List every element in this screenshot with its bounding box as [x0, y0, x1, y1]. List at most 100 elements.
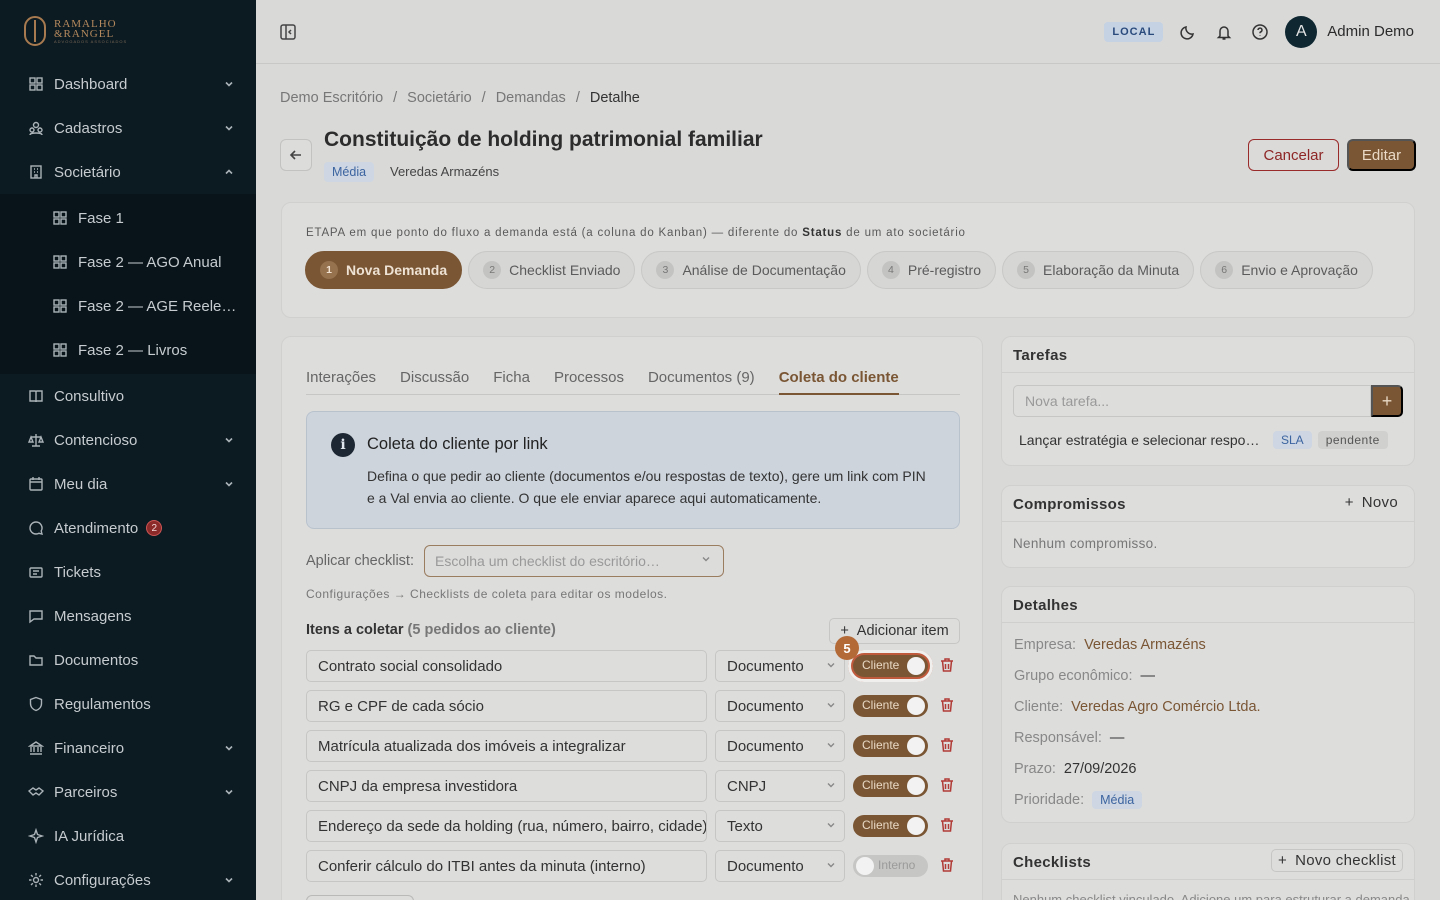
breadcrumb-item[interactable]: Societário [407, 90, 471, 106]
detail-value-link[interactable]: Veredas Agro Comércio Ltda. [1071, 699, 1260, 715]
sidebar-item-configuracoes[interactable]: Configurações [0, 858, 256, 900]
sidebar-subitem-fase2-ago[interactable]: Fase 2 — AGO Anual [0, 240, 256, 284]
toggle-knob [856, 857, 874, 875]
detail-key: Empresa: [1014, 636, 1077, 653]
audience-toggle[interactable]: Cliente [853, 815, 928, 837]
trash-icon[interactable] [940, 737, 956, 755]
toggle-label: Cliente [862, 738, 900, 752]
plus-icon: + [1278, 852, 1288, 869]
tab-bar: Interações Discussão Ficha Processos Doc… [306, 359, 960, 395]
brand-subtitle: ADVOGADOS ASSOCIADOS [54, 38, 128, 44]
item-type-select[interactable]: Texto [715, 810, 845, 842]
stage-number: 1 [320, 261, 338, 279]
breadcrumb: Demo Escritório / Societário / Demandas / D… [280, 90, 640, 106]
stage-step-analise-documentacao[interactable]: 3 Análise de Documentação [641, 251, 861, 289]
chevron-down-icon [224, 435, 234, 445]
item-type-select[interactable]: Documento [715, 850, 845, 882]
sidebar-subitem-fase2-livros[interactable]: Fase 2 — Livros [0, 328, 256, 372]
breadcrumb-separator: / [575, 90, 580, 106]
chevron-down-icon [701, 554, 711, 564]
trash-icon[interactable] [940, 817, 956, 835]
detail-key: Prioridade: [1014, 791, 1085, 808]
detail-value-link[interactable]: Veredas Armazéns [1084, 637, 1206, 653]
stage-step-pre-registro[interactable]: 4 Pré-registro [866, 251, 997, 289]
tab-documentos[interactable]: Documentos (9) [648, 359, 755, 395]
audience-toggle[interactable]: Cliente [853, 735, 928, 757]
tab-coleta-cliente[interactable]: Coleta do cliente [778, 359, 899, 395]
task-item[interactable]: Lançar estratégia e selecionar responsáv… [1019, 431, 1399, 450]
collect-items-list: Contrato social consolidado Documento 5 … [306, 636, 966, 890]
sidebar-item-atendimento[interactable]: Atendimento 2 [0, 506, 256, 550]
sidebar-item-regulamentos[interactable]: Regulamentos [0, 682, 256, 726]
stage-step-envio-aprovacao[interactable]: 6 Envio e Aprovação [1200, 251, 1373, 289]
sidebar-item-societario[interactable]: Societário [0, 150, 256, 194]
item-type-select[interactable]: CNPJ [715, 770, 845, 802]
item-name-input[interactable]: Endereço da sede da holding (rua, número… [306, 810, 707, 842]
info-title: Coleta do cliente por link [367, 435, 548, 453]
avatar[interactable]: A [1285, 15, 1318, 48]
item-type-select[interactable]: Documento [715, 690, 845, 722]
user-name[interactable]: Admin Demo [1327, 23, 1414, 40]
stage-step-elaboracao-minuta[interactable]: 5 Elaboração da Minuta [1002, 251, 1195, 289]
item-type-value: Documento [727, 658, 804, 675]
item-name-input[interactable]: Matrícula atualizada dos imóveis a integ… [306, 730, 707, 762]
add-task-button[interactable]: + [1371, 385, 1403, 417]
partial-button[interactable] [306, 895, 414, 900]
sidebar-item-meu-dia[interactable]: Meu dia [0, 462, 256, 506]
new-task-input[interactable]: Nova tarefa... [1013, 385, 1371, 417]
new-appointment-button[interactable]: + Novo [1345, 494, 1398, 511]
sidebar-item-cadastros[interactable]: Cadastros [0, 106, 256, 150]
sidebar-item-parceiros[interactable]: Parceiros [0, 770, 256, 814]
calendar-icon [28, 476, 44, 492]
item-type-select[interactable]: Documento [715, 730, 845, 762]
sidebar-item-documentos[interactable]: Documentos [0, 638, 256, 682]
breadcrumb-item[interactable]: Demo Escritório [280, 90, 383, 106]
item-name-input[interactable]: RG e CPF de cada sócio [306, 690, 707, 722]
breadcrumb-item[interactable]: Demandas [496, 90, 566, 106]
toggle-knob [907, 657, 925, 675]
trash-icon[interactable] [940, 857, 956, 875]
sidebar-item-contencioso[interactable]: Contencioso [0, 418, 256, 462]
item-type-select[interactable]: Documento [715, 650, 845, 682]
add-item-label: Adicionar item [856, 623, 949, 639]
sidebar-toggle-icon[interactable] [278, 22, 298, 42]
audience-toggle[interactable]: Cliente [853, 695, 928, 717]
brand-logo[interactable]: RAMALHO &RANGEL ADVOGADOS ASSOCIADOS [0, 0, 256, 62]
checklists-title: Checklists [1013, 854, 1092, 871]
message-icon [28, 608, 44, 624]
audience-toggle[interactable]: Cliente [848, 650, 933, 682]
help-icon[interactable] [1249, 21, 1271, 43]
stage-step-checklist-enviado[interactable]: 2 Checklist Enviado [468, 251, 636, 289]
item-name-input[interactable]: CNPJ da empresa investidora [306, 770, 707, 802]
sidebar-subitem-fase2-age[interactable]: Fase 2 — AGE Reeleição [0, 284, 256, 328]
audience-toggle[interactable]: Interno [853, 855, 928, 877]
sidebar-item-mensagens[interactable]: Mensagens [0, 594, 256, 638]
trash-icon[interactable] [940, 777, 956, 795]
stage-step-nova-demanda[interactable]: 1 Nova Demanda [305, 251, 463, 289]
item-type-value: CNPJ [727, 778, 767, 795]
sidebar-item-ia-juridica[interactable]: IA Jurídica [0, 814, 256, 858]
new-checklist-button[interactable]: + Novo checklist [1271, 849, 1403, 872]
trash-icon[interactable] [940, 657, 956, 675]
bell-icon[interactable] [1213, 21, 1235, 43]
item-name-input[interactable]: Contrato social consolidado [306, 650, 707, 682]
audience-toggle[interactable]: Cliente [853, 775, 928, 797]
item-name-input[interactable]: Conferir cálculo do ITBI antes da minuta… [306, 850, 707, 882]
tab-ficha[interactable]: Ficha [493, 359, 530, 395]
grid-icon [28, 76, 44, 92]
moon-icon[interactable] [1177, 21, 1199, 43]
sidebar-subitem-fase1[interactable]: Fase 1 [0, 196, 256, 240]
sidebar-item-financeiro[interactable]: Financeiro [0, 726, 256, 770]
sidebar-item-consultivo[interactable]: Consultivo [0, 374, 256, 418]
back-button[interactable] [280, 139, 312, 171]
breadcrumb-current: Detalhe [589, 90, 640, 106]
sidebar-item-dashboard[interactable]: Dashboard [0, 62, 256, 106]
cancel-button[interactable]: Cancelar [1248, 139, 1339, 171]
tab-discussao[interactable]: Discussão [400, 359, 469, 395]
tab-interacoes[interactable]: Interações [306, 359, 376, 395]
tab-processos[interactable]: Processos [554, 359, 624, 395]
edit-button[interactable]: Editar [1347, 139, 1416, 171]
apply-checklist-select[interactable]: Escolha um checklist do escritório… [424, 545, 724, 577]
sidebar-item-tickets[interactable]: Tickets [0, 550, 256, 594]
trash-icon[interactable] [940, 697, 956, 715]
